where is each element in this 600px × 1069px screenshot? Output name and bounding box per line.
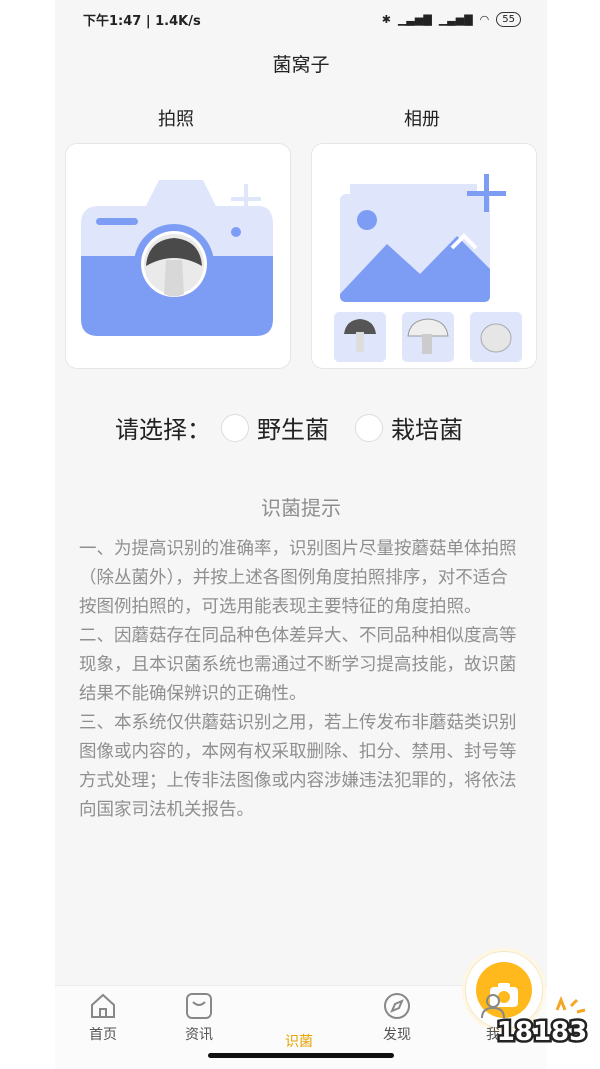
battery-icon: 55 xyxy=(496,11,521,27)
news-icon xyxy=(186,993,212,1019)
status-bar: 下午1:47 | 1.4K/s ✱ ▁▃▅▇ ▁▃▅▇ ◠ 55 xyxy=(55,0,547,40)
cultivated-label[interactable]: 栽培菌 xyxy=(391,410,463,445)
wild-radio[interactable] xyxy=(221,413,249,442)
album-option-label: 相册 xyxy=(404,109,440,130)
tab-news[interactable]: 资讯 xyxy=(159,986,239,1056)
tip-paragraph-3: 三、本系统仅供蘑菇识别之用，若上传发布非蘑菇类识别图像或内容的，本网有权采取删除… xyxy=(79,713,517,820)
tab-news-label: 资讯 xyxy=(185,1027,213,1043)
tab-identify-label: 识菌 xyxy=(285,1034,313,1050)
status-time: 下午1:47 | 1.4K/s xyxy=(83,14,201,29)
compass-icon xyxy=(384,993,410,1019)
signal-icon: ▁▃▅▇ xyxy=(397,12,432,26)
page-title: 菌窝子 xyxy=(272,54,330,76)
watermark-logo-icon: 18183 xyxy=(495,996,590,1050)
tip-paragraph-2: 二、因蘑菇存在同品种色体差异大、不同品种相似度高等现象，且本识菌系统也需通过不断… xyxy=(79,626,517,704)
svg-text:18183: 18183 xyxy=(497,1017,587,1047)
camera-illustration-icon xyxy=(81,180,273,336)
cultivated-radio[interactable] xyxy=(355,413,383,442)
camera-card[interactable] xyxy=(65,143,291,369)
select-prompt: 请选择： xyxy=(115,416,211,444)
album-card[interactable] xyxy=(311,143,537,369)
wifi-icon: ◠ xyxy=(479,12,490,26)
mushroom-type-selector: 请选择： 野生菌 栽培菌 xyxy=(115,410,463,445)
status-icons: ✱ ▁▃▅▇ ▁▃▅▇ ◠ 55 xyxy=(382,9,521,29)
tips-title: 识菌提示 xyxy=(261,496,341,520)
album-illustration-icon xyxy=(334,174,522,362)
tab-home-label: 首页 xyxy=(89,1027,117,1043)
camera-option-label: 拍照 xyxy=(158,109,194,130)
tips-body: 一、为提高识别的准确率，识别图片尽量按蘑菇单体拍照（除丛菌外），并按上述各图例角… xyxy=(79,535,525,825)
tab-discover[interactable]: 发现 xyxy=(357,986,437,1056)
home-icon xyxy=(91,993,115,1018)
tab-discover-label: 发现 xyxy=(383,1027,411,1043)
signal-hd-icon: ▁▃▅▇ xyxy=(438,12,473,26)
wild-label[interactable]: 野生菌 xyxy=(257,410,329,445)
bluetooth-icon: ✱ xyxy=(381,12,391,26)
tab-identify[interactable]: 识菌 xyxy=(259,951,543,1056)
tab-home[interactable]: 首页 xyxy=(63,986,143,1056)
app-screen: 下午1:47 | 1.4K/s ✱ ▁▃▅▇ ▁▃▅▇ ◠ 55 菌窝子 拍照 … xyxy=(55,0,547,1069)
tip-paragraph-1: 一、为提高识别的准确率，识别图片尽量按蘑菇单体拍照（除丛菌外），并按上述各图例角… xyxy=(79,539,517,617)
home-indicator xyxy=(208,1053,394,1058)
